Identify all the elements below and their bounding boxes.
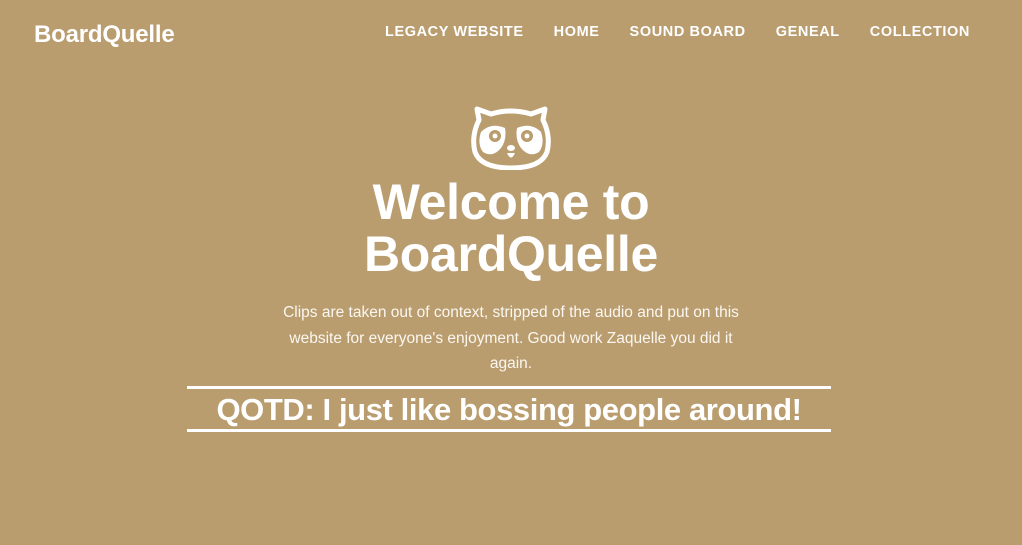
nav-link-legacy-website[interactable]: LEGACY WEBSITE [385, 22, 524, 42]
nav-item-sound-board: SOUND BOARD [630, 22, 746, 42]
quote-of-the-day-text: QOTD: I just like bossing people around! [216, 392, 802, 427]
quote-of-the-day-block: QOTD: I just like bossing people around! [187, 386, 831, 432]
site-description: Clips are taken out of context, stripped… [283, 304, 739, 372]
qotd-top-divider [187, 386, 831, 389]
raccoon-mascot-icon [471, 106, 551, 170]
page-title: Welcome to BoardQuelle [364, 176, 658, 280]
nav-item-home: HOME [554, 22, 600, 42]
nav-item-legacy-website: LEGACY WEBSITE [385, 22, 524, 42]
nav-link-sound-board[interactable]: SOUND BOARD [630, 22, 746, 42]
nav-link-geneal[interactable]: GENEAL [776, 22, 840, 42]
brand-logo-link[interactable]: BoardQuelle [34, 20, 175, 50]
nav-item-geneal: GENEAL [776, 22, 840, 42]
page-title-line-2: BoardQuelle [364, 226, 658, 282]
nav-item-collection: COLLECTION [870, 22, 970, 42]
nav-link-collection[interactable]: COLLECTION [870, 22, 970, 42]
page-title-line-1: Welcome to [372, 174, 650, 230]
hero-section: Welcome to BoardQuelle Clips are taken o… [0, 106, 1022, 377]
nav-link-home[interactable]: HOME [554, 22, 600, 42]
top-navigation: LEGACY WEBSITE HOME SOUND BOARD GENEAL C… [385, 22, 970, 42]
qotd-bottom-divider [187, 429, 831, 432]
